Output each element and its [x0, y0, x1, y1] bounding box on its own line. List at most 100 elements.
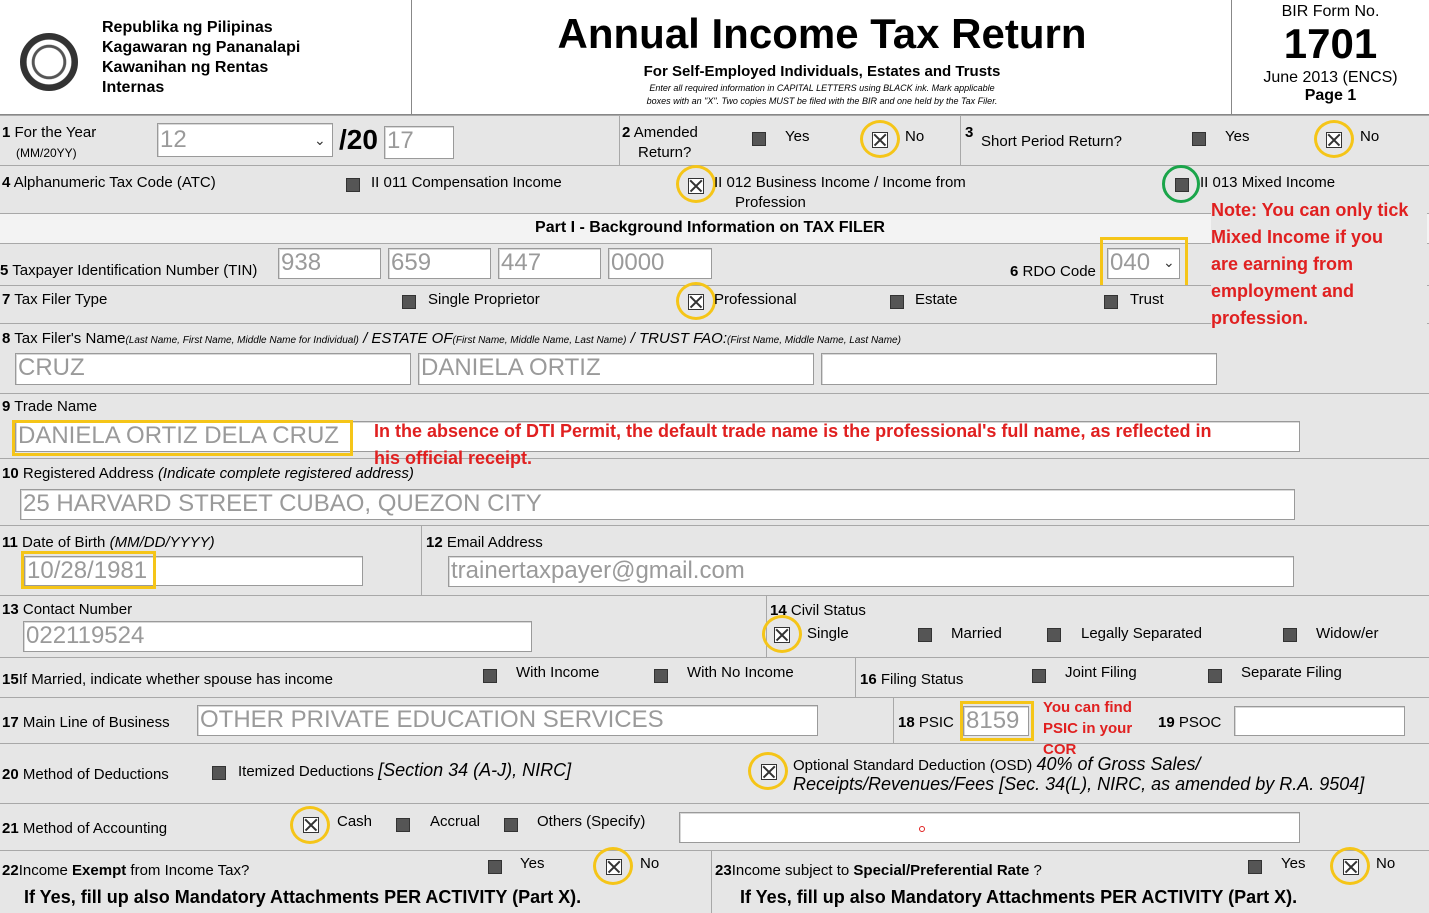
annotation-box: [21, 551, 156, 589]
exempt-yes-checkbox[interactable]: [488, 860, 502, 874]
spouse-no-income-label: With No Income: [687, 664, 794, 681]
tin-part-1[interactable]: 938: [278, 248, 381, 279]
joint-filing-checkbox[interactable]: [1032, 669, 1046, 683]
annotation-box: [1100, 237, 1188, 288]
form-number: 1701: [1283, 20, 1378, 67]
psoc-input[interactable]: [1234, 706, 1405, 736]
year-hint: (MM/20YY): [16, 146, 77, 160]
spouse-no-income-checkbox[interactable]: [654, 669, 668, 683]
filer-trust-label: Trust: [1130, 291, 1164, 308]
annotation-ring: [762, 615, 802, 653]
civil-widow-label: Widow/er: [1316, 625, 1379, 642]
special-no-label: No: [1376, 855, 1396, 872]
accounting-label: 21 Method of Accounting: [2, 820, 168, 837]
annotation-ring-green: [1162, 165, 1200, 203]
contact-input[interactable]: 022119524: [23, 621, 532, 652]
filer-single-checkbox[interactable]: [402, 295, 416, 309]
civil-widow-checkbox[interactable]: [1283, 628, 1297, 642]
short-yes-label: Yes: [1225, 128, 1250, 145]
chevron-down-icon: ⌄: [314, 132, 326, 148]
year-label: 1 For the Year: [2, 124, 97, 141]
form-title: Annual Income Tax Return: [557, 10, 1087, 57]
filer-name-label: 8 Tax Filer's Name(Last Name, First Name…: [2, 330, 901, 347]
annotation-ring: [748, 752, 788, 790]
annotation-ring: [290, 806, 330, 844]
atc-compensation-checkbox[interactable]: [346, 178, 360, 192]
annotation-ring: [676, 165, 716, 203]
amended-label-2: Return?: [638, 144, 692, 161]
filer-single-label: Single Proprietor: [428, 291, 540, 308]
amended-label: 2 Amended: [622, 124, 698, 141]
special-yes-checkbox[interactable]: [1248, 860, 1262, 874]
short-yes-checkbox[interactable]: [1192, 132, 1206, 146]
form-subtitle: For Self-Employed Individuals, Estates a…: [643, 63, 1001, 80]
atc-business-label-2: Profession: [735, 194, 806, 211]
rdo-label: 6 RDO Code: [1010, 263, 1096, 280]
tin-part-3[interactable]: 447: [498, 248, 601, 279]
filer-estate-checkbox[interactable]: [890, 295, 904, 309]
others-checkbox[interactable]: [504, 818, 518, 832]
atc-label: 4 Alphanumeric Tax Code (ATC): [2, 174, 216, 191]
tin-label: 5 Taxpayer Identification Number (TIN): [0, 262, 258, 279]
form-instruction: Enter all required information in CAPITA…: [646, 83, 998, 106]
deductions-label: 20 Method of Deductions: [2, 766, 169, 783]
annotation-box: [12, 420, 353, 456]
others-label: Others (Specify): [537, 813, 646, 830]
separate-filing-checkbox[interactable]: [1208, 669, 1222, 683]
last-name-input[interactable]: CRUZ: [15, 353, 411, 385]
agency-name: Republika ng Pilipinas Kagawaran ng Panan…: [102, 19, 301, 96]
filer-type-label: 7 Tax Filer Type: [2, 291, 108, 308]
amended-yes-label: Yes: [785, 128, 810, 145]
month-select[interactable]: 12 ⌄: [157, 123, 333, 157]
special-yes-label: Yes: [1281, 855, 1306, 872]
spouse-income-label: 15If Married, indicate whether spouse ha…: [2, 671, 334, 688]
part1-title: Part I - Background Information on TAX F…: [535, 219, 885, 236]
filer-estate-label: Estate: [915, 291, 958, 308]
email-label: 12 Email Address: [426, 534, 543, 551]
psoc-label: 19 PSOC: [1158, 714, 1222, 731]
tin-part-2[interactable]: 659: [388, 248, 491, 279]
osd-ref: Receipts/Revenues/Fees [Sec. 34(L), NIRC…: [793, 774, 1365, 794]
business-line-label: 17 Main Line of Business: [2, 714, 170, 731]
address-input[interactable]: 25 HARVARD STREET CUBAO, QUEZON CITY: [20, 489, 1295, 520]
exempt-yes-label: Yes: [520, 855, 545, 872]
atc-business-label: II 012 Business Income / Income from: [714, 174, 966, 191]
exempt-label: 22Income Exempt from Income Tax?: [2, 862, 250, 879]
civil-separated-label: Legally Separated: [1081, 625, 1202, 642]
psic-label: 18 PSIC: [898, 714, 954, 731]
itemized-checkbox[interactable]: [212, 766, 226, 780]
address-label: 10 Registered Address (Indicate complete…: [2, 465, 414, 482]
filer-trust-checkbox[interactable]: [1104, 295, 1118, 309]
civil-married-label: Married: [951, 625, 1002, 642]
trade-name-label: 9 Trade Name: [2, 398, 98, 415]
exempt-note: If Yes, fill up also Mandatory Attachmen…: [24, 887, 582, 907]
atc-compensation-label: II 011 Compensation Income: [371, 174, 562, 191]
email-input[interactable]: trainertaxpayer@gmail.com: [448, 556, 1294, 587]
civil-single-label: Single: [807, 625, 849, 642]
spouse-with-income-label: With Income: [516, 664, 600, 681]
accrual-label: Accrual: [430, 813, 481, 830]
amended-no-label: No: [905, 128, 925, 145]
filing-status-label: 16 Filing Status: [860, 671, 964, 688]
form-header: Republika ng Pilipinas Kagawaran ng Panan…: [0, 0, 1429, 115]
psic-note: You can find PSIC in your COR: [1043, 699, 1133, 758]
civil-separated-checkbox[interactable]: [1047, 628, 1061, 642]
mixed-income-note: Note: You can only tick Mixed Income if y…: [1211, 197, 1427, 332]
amended-yes-checkbox[interactable]: [752, 132, 766, 146]
middle-name-input[interactable]: [821, 353, 1217, 385]
year-prefix: /20: [339, 124, 378, 155]
separate-filing-label: Separate Filing: [1241, 664, 1342, 681]
others-specify-input[interactable]: [679, 812, 1300, 843]
first-name-input[interactable]: DANIELA ORTIZ: [418, 353, 814, 385]
form-number-block: BIR Form No. 1701 June 2013 (ENCS) Page …: [1232, 3, 1429, 105]
year-input[interactable]: 17: [384, 126, 454, 159]
annotation-ring: [676, 282, 716, 320]
tin-part-4[interactable]: 0000: [608, 248, 712, 279]
annotation-ring: [1330, 847, 1370, 885]
business-line-input[interactable]: OTHER PRIVATE EDUCATION SERVICES: [197, 705, 818, 736]
exempt-no-label: No: [640, 855, 660, 872]
civil-married-checkbox[interactable]: [918, 628, 932, 642]
dob-label: 11 Date of Birth (MM/DD/YYYY): [2, 534, 215, 551]
accrual-checkbox[interactable]: [396, 818, 410, 832]
spouse-with-income-checkbox[interactable]: [483, 669, 497, 683]
